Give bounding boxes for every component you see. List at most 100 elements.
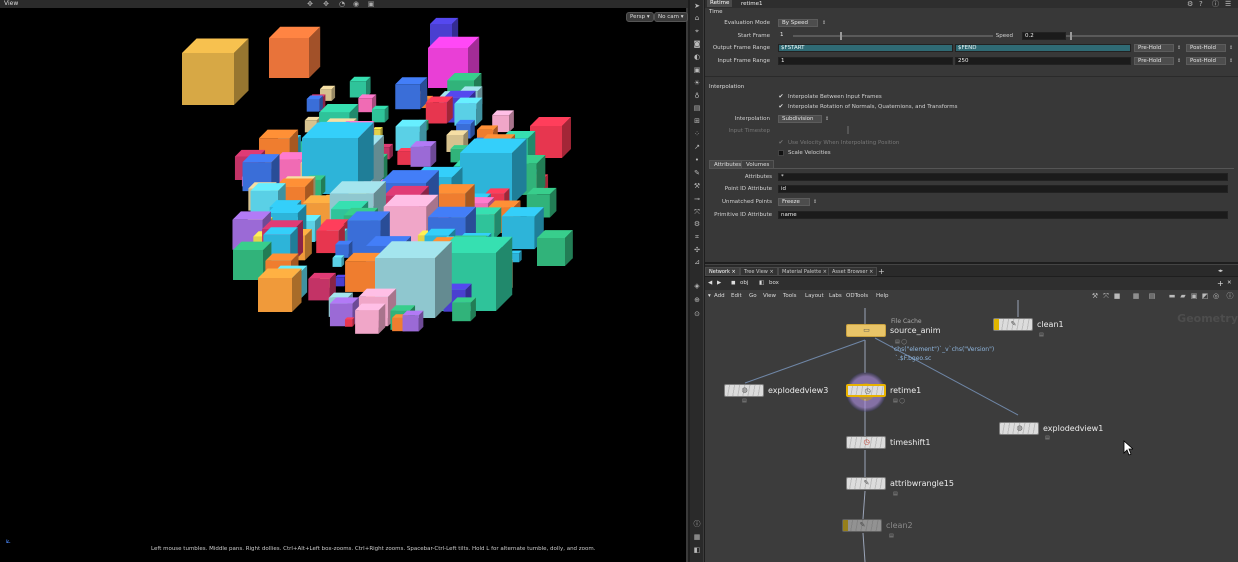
display-options-icon[interactable]: ◧: [692, 546, 702, 555]
input-post-hold-menu[interactable]: Post-Hold: [1186, 57, 1226, 65]
output-start-field[interactable]: $FSTART: [778, 44, 953, 52]
input-pre-hold-arrows-icon[interactable]: ⇕: [1177, 58, 1181, 64]
network-editor[interactable]: ▾ Add Edit Go View Tools Layout Labs ODT…: [705, 290, 1238, 562]
display-icon[interactable]: ▣: [366, 0, 376, 8]
node-name-field[interactable]: retime1: [741, 0, 762, 8]
add-pane-icon[interactable]: +: [1217, 279, 1224, 288]
use-velocity-checkbox[interactable]: ✔: [778, 140, 784, 146]
bone-icon[interactable]: ⚙: [692, 220, 702, 229]
forward-icon[interactable]: ▶: [717, 279, 721, 288]
home-icon[interactable]: ⌂: [692, 14, 702, 23]
path-obj[interactable]: obj: [740, 279, 748, 288]
speed-label: Speed: [995, 33, 1013, 39]
tree-icon[interactable]: ◈: [692, 282, 702, 291]
interp-between-checkbox[interactable]: ✔: [778, 94, 784, 100]
output-post-hold-menu[interactable]: Post-Hold: [1186, 44, 1226, 52]
attributes-field[interactable]: *: [778, 173, 1228, 181]
handle-icon[interactable]: ⊸: [692, 195, 702, 204]
input-pre-hold-menu[interactable]: Pre-Hold: [1134, 57, 1174, 65]
zoom-icon[interactable]: ⊙: [692, 310, 702, 319]
evaluation-mode-arrows-icon[interactable]: ⇕: [822, 20, 826, 26]
pre-hold-arrows-icon[interactable]: ⇕: [1177, 45, 1181, 51]
interpolation-arrows-icon[interactable]: ⇕: [825, 116, 829, 122]
dot-icon[interactable]: •: [692, 156, 702, 165]
input-post-hold-arrows-icon[interactable]: ⇕: [1229, 58, 1233, 64]
unmatched-points-menu[interactable]: Freeze: [778, 198, 810, 206]
node-clean1[interactable]: ✎: [993, 318, 1033, 331]
unmatched-arrows-icon[interactable]: ⇕: [813, 199, 817, 205]
point-id-field[interactable]: id: [778, 185, 1228, 193]
tab-asset-browser[interactable]: Asset Browser ×: [828, 267, 878, 276]
snap-icon[interactable]: ✣: [692, 246, 702, 255]
add-tab-icon[interactable]: +: [875, 267, 888, 276]
node-attribwrangle15[interactable]: ✎: [846, 477, 886, 490]
shading-icon[interactable]: ▣: [692, 66, 702, 75]
pane-close-icon[interactable]: ✕: [1227, 279, 1232, 288]
cube-10: [395, 77, 428, 110]
measure-icon[interactable]: ⊿: [692, 258, 702, 267]
camera-icon[interactable]: ◐: [692, 53, 702, 62]
viewport-pane[interactable]: View ✥ ✥ ◔ ◉ ▣ Persp ▾ No cam ▾ ⟀ Left m…: [0, 0, 688, 562]
brush-icon[interactable]: ✎: [692, 169, 702, 178]
info-icon[interactable]: ⓘ: [1212, 0, 1219, 8]
lock-icon[interactable]: ◔: [337, 0, 347, 8]
interpolation-label: Interpolation: [734, 116, 770, 122]
path-box[interactable]: box: [769, 279, 779, 288]
tab-material-palette[interactable]: Material Palette ×: [778, 267, 831, 276]
speed-field[interactable]: 0.2: [1022, 32, 1066, 40]
gear-icon[interactable]: ⚙: [1187, 0, 1193, 8]
snap-icon[interactable]: ✥: [321, 0, 331, 8]
node-clean2[interactable]: ✎: [842, 519, 882, 532]
wireframe-icon[interactable]: ⊞: [692, 117, 702, 126]
input-end-field[interactable]: 250: [955, 57, 1131, 65]
tab-network[interactable]: Network ×: [705, 267, 740, 276]
viewport-hint: Left mouse tumbles. Middle pans. Right d…: [151, 546, 596, 552]
grid-icon[interactable]: ⌗: [692, 233, 702, 242]
scene-render[interactable]: [0, 8, 688, 540]
output-end-field[interactable]: $FEND: [955, 44, 1131, 52]
bypass-flag: [843, 520, 848, 531]
transform-icon[interactable]: ⤧: [692, 208, 702, 217]
points-icon[interactable]: ⁘: [692, 130, 702, 139]
speed-slider[interactable]: [1066, 35, 1238, 37]
light-icon[interactable]: ☀: [692, 79, 702, 88]
help-icon[interactable]: ?: [1199, 0, 1203, 8]
output-pre-hold-menu[interactable]: Pre-Hold: [1134, 44, 1174, 52]
evaluation-mode-menu[interactable]: By Speed: [778, 19, 818, 27]
layout-icon[interactable]: ▦: [692, 533, 702, 542]
node-explodedview1[interactable]: ◍: [999, 422, 1039, 435]
pin-icon[interactable]: ✥: [305, 0, 315, 8]
tab-volumes[interactable]: Volumes: [741, 160, 775, 168]
node-source-anim[interactable]: ▭: [846, 324, 886, 337]
prim-id-field[interactable]: name: [778, 211, 1228, 219]
lock-icon[interactable]: ◙: [692, 40, 702, 49]
back-icon[interactable]: ◀: [708, 279, 712, 288]
interp-rotation-checkbox[interactable]: ✔: [778, 104, 784, 110]
node-flags-icon: ▤: [1045, 435, 1050, 441]
node-timeshift1[interactable]: ◷: [846, 436, 886, 449]
start-frame-slider[interactable]: [793, 35, 993, 37]
start-frame-slider-knob[interactable]: [840, 32, 842, 40]
select-icon[interactable]: ➤: [692, 2, 702, 11]
post-hold-arrows-icon[interactable]: ⇕: [1229, 45, 1233, 51]
info-icon[interactable]: ⓘ: [692, 520, 702, 529]
pan-icon[interactable]: ⊕: [692, 296, 702, 305]
node-retime1[interactable]: ◷: [846, 384, 886, 397]
cube-174: [452, 297, 476, 322]
node-flags-icon: ▤: [742, 398, 747, 404]
tab-tree-view[interactable]: Tree View ×: [740, 267, 778, 276]
pin-icon[interactable]: ⌖: [692, 27, 702, 36]
input-timestep-slider[interactable]: [847, 126, 849, 134]
tool-icon[interactable]: ⚒: [692, 182, 702, 191]
camera-icon[interactable]: ◉: [351, 0, 361, 8]
interpolation-menu[interactable]: Subdivision: [778, 115, 822, 123]
normals-icon[interactable]: ↗: [692, 143, 702, 152]
node-explodedview3[interactable]: ◍: [724, 384, 764, 397]
speed-slider-knob[interactable]: [1070, 32, 1072, 40]
scale-velocities-checkbox[interactable]: [778, 150, 784, 156]
bulb-icon[interactable]: ♁: [692, 92, 702, 101]
pane-menu-icon[interactable]: ◂▸: [1215, 267, 1226, 276]
ghost-icon[interactable]: ▤: [692, 104, 702, 113]
menu-icon[interactable]: ☰: [1225, 0, 1231, 8]
input-start-field[interactable]: 1: [778, 57, 953, 65]
